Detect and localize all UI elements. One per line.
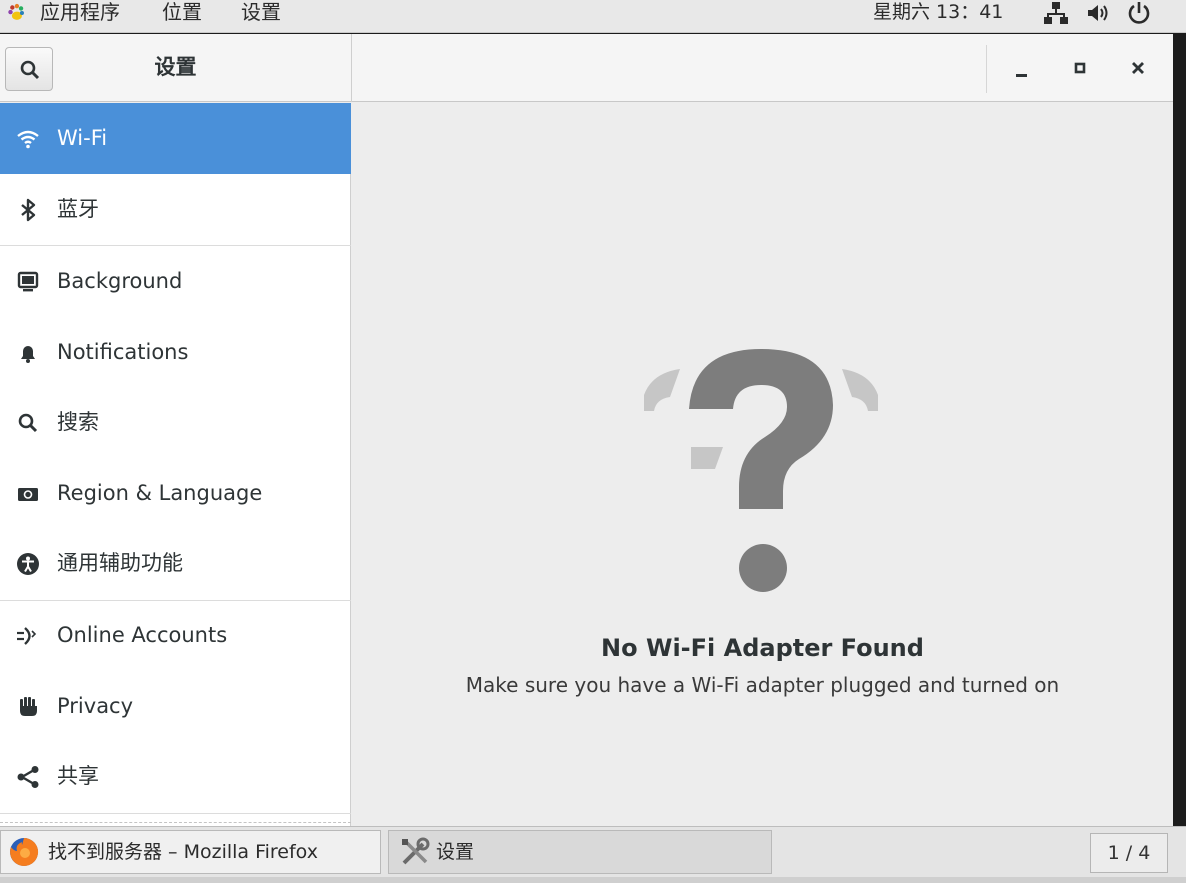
firefox-icon [10,837,39,866]
region-icon [18,488,38,501]
sidebar-item-label: 通用辅助功能 [57,551,183,575]
bluetooth-icon [21,198,36,222]
sidebar-item-notifications[interactable]: Notifications [0,317,351,388]
search-icon [18,413,38,433]
sidebar-item-bluetooth[interactable]: 蓝牙 [0,174,351,245]
gnome-foot-icon[interactable] [4,2,28,24]
task-label: 设置 [436,841,475,863]
settings-tools-icon [402,837,430,865]
sidebar-separator [0,813,351,814]
sidebar-item-label: 共享 [57,764,99,788]
top-panel: 应用程序 位置 设置 星期六 13：41 [0,0,1186,33]
panel-heading: No Wi-Fi Adapter Found [601,634,924,662]
sidebar-scroll-edge [0,822,351,823]
task-label: 找不到服务器 – Mozilla Firefox [48,841,318,863]
sidebar-item-label: Online Accounts [57,623,228,647]
close-icon[interactable] [1118,50,1158,90]
window-list: 找不到服务器 – Mozilla Firefox 设置 1 / 4 [0,826,1186,883]
sidebar-item-label: Region & Language [57,481,263,505]
task-firefox[interactable]: 找不到服务器 – Mozilla Firefox [0,830,381,874]
menu-applications[interactable]: 应用程序 [40,0,120,26]
sidebar-item-region-language[interactable]: Region & Language [0,458,351,529]
clock[interactable]: 星期六 13：41 [873,0,1003,26]
sidebar-item-label: 搜索 [57,410,99,434]
hand-icon [20,697,37,716]
wifi-icon [17,130,39,149]
settings-window: 设置 Wi-Fi 蓝牙 Background Notifications 搜索 … [0,34,1173,826]
maximize-icon[interactable] [1060,50,1100,90]
sidebar-item-label: 蓝牙 [57,197,99,221]
sidebar-item-wifi[interactable]: Wi-Fi [0,103,351,174]
task-settings[interactable]: 设置 [388,830,772,874]
menu-settings[interactable]: 设置 [241,0,281,26]
minimize-icon[interactable] [1001,50,1041,90]
monitor-icon [17,271,39,292]
sidebar-item-label: Background [57,269,183,293]
bell-icon [21,346,35,363]
network-wired-icon[interactable] [1043,0,1069,26]
sidebar-item-privacy[interactable]: Privacy [0,671,351,742]
sidebar-item-accessibility[interactable]: 通用辅助功能 [0,528,351,599]
menu-places[interactable]: 位置 [162,0,202,26]
wifi-panel: No Wi-Fi Adapter Found Make sure you hav… [352,103,1173,826]
accessibility-icon [17,553,39,575]
question-mark-icon [644,349,878,592]
sidebar-item-online-accounts[interactable]: Online Accounts [0,600,351,671]
sidebar-item-search[interactable]: 搜索 [0,387,351,458]
workspace-switcher[interactable]: 1 / 4 [1090,833,1168,873]
window-title: 设置 [154,55,197,79]
sidebar-item-background[interactable]: Background [0,246,351,317]
volume-icon[interactable] [1085,0,1111,26]
sidebar-item-sharing[interactable]: 共享 [0,741,351,812]
sidebar-item-label: Wi-Fi [57,126,108,150]
online-accounts-icon [17,627,37,645]
sidebar-item-label: Notifications [57,340,189,364]
share-icon [17,766,39,788]
header-bar: 设置 [0,34,1173,102]
controls-separator [986,45,987,93]
bottom-edge [0,877,1186,883]
power-icon[interactable] [1126,0,1152,26]
panel-message: Make sure you have a Wi-Fi adapter plugg… [465,673,1060,697]
sidebar-item-label: Privacy [57,694,134,718]
header-divider [351,34,352,102]
settings-sidebar: Wi-Fi 蓝牙 Background Notifications 搜索 Reg… [0,103,351,826]
